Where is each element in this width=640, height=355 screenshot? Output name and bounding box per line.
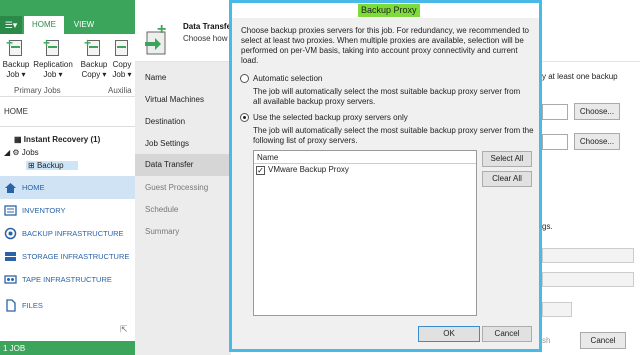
group-auxiliary: Auxilia xyxy=(108,86,132,95)
storage-icon xyxy=(5,252,16,261)
replication-job-icon: + xyxy=(43,37,63,58)
automatic-selection-radio[interactable] xyxy=(240,74,249,83)
proxy-field[interactable] xyxy=(542,104,568,120)
wizard-content-right: y at least one backup Choose... Choose..… xyxy=(542,62,640,355)
step-job-settings[interactable]: Job Settings xyxy=(145,139,189,148)
step-summary[interactable]: Summary xyxy=(145,227,179,236)
copy-job-label-1: Copy xyxy=(112,60,132,69)
nav-backup-infrastructure[interactable]: BACKUP INFRASTRUCTURE xyxy=(0,222,135,245)
nav-backup-infrastructure-label: BACKUP INFRASTRUCTURE xyxy=(22,229,124,238)
automatic-selection-label[interactable]: Automatic selection xyxy=(253,74,322,83)
backup-infrastructure-icon xyxy=(4,227,17,240)
nav-inventory[interactable]: INVENTORY xyxy=(0,199,135,222)
backup-job-icon: + xyxy=(6,37,26,58)
step-virtual-machines[interactable]: Virtual Machines xyxy=(145,95,204,104)
backup-proxy-hint: y at least one backup xyxy=(542,72,618,81)
selected-proxies-desc: The job will automatically select the mo… xyxy=(253,126,534,145)
step-name[interactable]: Name xyxy=(145,73,166,82)
replication-job-label-1: Replication xyxy=(33,60,73,69)
instant-recovery-icon: ▦ xyxy=(14,135,24,144)
wizard-title: Data Transfer xyxy=(183,22,235,31)
select-all-button[interactable]: Select All xyxy=(482,151,532,167)
proxy-row[interactable]: ✓ VMware Backup Proxy xyxy=(256,165,349,175)
nav-home[interactable]: HOME xyxy=(0,176,135,199)
copy-job-label-2: Job ▾ xyxy=(112,70,132,79)
choose-repository-button[interactable]: Choose... xyxy=(574,133,620,150)
backup-copy-label-1: Backup xyxy=(80,60,108,69)
backup-copy-icon: + xyxy=(84,37,104,58)
tree-jobs-label: Jobs xyxy=(21,148,39,157)
proxy-checkbox[interactable]: ✓ xyxy=(256,166,265,175)
nav-storage-infrastructure[interactable]: STORAGE INFRASTRUCTURE xyxy=(0,245,135,268)
tree-instant-recovery[interactable]: ▦ Instant Recovery (1) xyxy=(14,135,100,144)
disabled-field xyxy=(542,302,572,317)
copy-job-icon xyxy=(112,38,132,58)
status-bar: 1 JOB xyxy=(0,341,135,355)
dialog-description: Choose backup proxies servers for this j… xyxy=(241,26,529,65)
cancel-button[interactable]: Cancel xyxy=(482,326,532,342)
tape-icon xyxy=(4,275,17,284)
nav-tape-infrastructure-label: TAPE INFRASTRUCTURE xyxy=(22,275,112,284)
backup-job-label-2: Job ▾ xyxy=(6,70,26,79)
mouse-cursor-icon: ⇱ xyxy=(120,324,128,334)
selected-proxies-radio[interactable] xyxy=(240,113,249,122)
tab-home[interactable]: HOME xyxy=(24,16,64,34)
choose-proxy-button[interactable]: Choose... xyxy=(574,103,620,120)
home-icon xyxy=(5,183,16,193)
nav-home-label: HOME xyxy=(22,183,45,192)
backup-copy-button[interactable]: + Backup Copy ▾ xyxy=(80,37,108,80)
svg-text:+: + xyxy=(157,24,166,38)
nav-storage-infrastructure-label: STORAGE INFRASTRUCTURE xyxy=(22,252,130,261)
backup-job-tree-icon: ⊞ xyxy=(28,161,37,170)
step-destination[interactable]: Destination xyxy=(145,117,185,126)
inventory-icon xyxy=(4,205,17,216)
tree-jobs[interactable]: ◢ ⚙ Jobs xyxy=(4,148,39,157)
wizard-subtitle: Choose how xyxy=(183,34,228,43)
clear-all-button[interactable]: Clear All xyxy=(482,171,532,187)
finish-button-fragment[interactable]: sh xyxy=(542,336,550,345)
repository-field[interactable] xyxy=(542,134,568,150)
menu-icon: ☰▾ xyxy=(4,20,18,30)
backup-job-label-1: Backup xyxy=(2,60,30,69)
wizard-cancel-button[interactable]: Cancel xyxy=(580,332,626,349)
proxy-name: VMware Backup Proxy xyxy=(268,165,349,174)
breadcrumb: HOME xyxy=(0,97,135,127)
disabled-dropdown-2 xyxy=(542,272,634,287)
list-header-name[interactable]: Name xyxy=(254,151,476,164)
replication-job-label-2: Job ▾ xyxy=(43,70,63,79)
copy-job-button[interactable]: Copy Job ▾ xyxy=(110,38,134,80)
selected-proxies-label[interactable]: Use the selected backup proxy servers on… xyxy=(253,113,408,122)
ribbon: + Backup Job ▾ + Replication Job ▾ + Bac… xyxy=(0,34,135,97)
step-schedule[interactable]: Schedule xyxy=(145,205,178,214)
tree-backup[interactable]: ⊞ Backup xyxy=(26,161,78,170)
tree-instant-recovery-label: Instant Recovery (1) xyxy=(23,135,101,144)
dialog-title: Backup Proxy xyxy=(358,4,420,17)
jobs-icon: ⚙ xyxy=(12,148,22,157)
step-data-transfer[interactable]: Data Transfer xyxy=(135,154,231,176)
main-menu-button[interactable]: ☰▾ xyxy=(0,16,22,34)
files-icon xyxy=(6,299,16,312)
group-primary-jobs: Primary Jobs xyxy=(14,86,61,95)
tree-backup-label: Backup xyxy=(36,161,64,170)
proxy-list[interactable]: Name ✓ VMware Backup Proxy xyxy=(253,150,477,316)
automatic-selection-desc: The job will automatically select the mo… xyxy=(253,87,521,106)
backup-copy-label-2: Copy ▾ xyxy=(81,70,107,79)
step-guest-processing[interactable]: Guest Processing xyxy=(145,183,208,192)
replication-job-button[interactable]: + Replication Job ▾ xyxy=(32,37,74,80)
nav-files[interactable]: FILES xyxy=(0,294,135,317)
settings-fragment: gs. xyxy=(542,222,553,231)
wizard-data-transfer-icon: + xyxy=(143,21,173,56)
ok-button[interactable]: OK xyxy=(418,326,480,342)
tab-view[interactable]: VIEW xyxy=(64,16,104,34)
navigation-pane: HOME INVENTORY BACKUP INFRASTRUCTURE STO… xyxy=(0,174,135,342)
nav-tape-infrastructure[interactable]: TAPE INFRASTRUCTURE xyxy=(0,268,135,291)
disabled-dropdown-1 xyxy=(542,248,634,263)
nav-inventory-label: INVENTORY xyxy=(22,206,66,215)
job-tree: ▦ Instant Recovery (1) ◢ ⚙ Jobs ⊞ Backup xyxy=(0,127,135,174)
nav-files-label: FILES xyxy=(22,301,43,310)
backup-job-button[interactable]: + Backup Job ▾ xyxy=(2,37,30,80)
